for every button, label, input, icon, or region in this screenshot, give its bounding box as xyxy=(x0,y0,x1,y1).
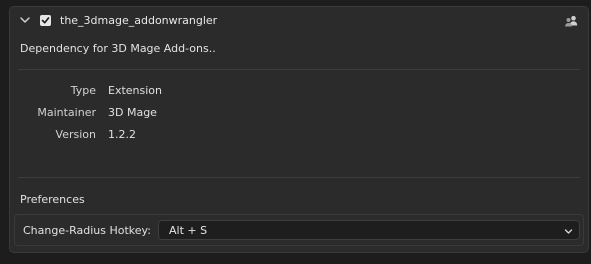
info-label: Version xyxy=(55,128,96,141)
hotkey-label: Change-Radius Hotkey: xyxy=(23,224,151,237)
addon-name: the_3dmage_addonwrangler xyxy=(60,14,218,27)
enable-checkbox[interactable] xyxy=(40,15,51,26)
addon-description: Dependency for 3D Mage Add-ons.. xyxy=(20,42,216,55)
info-label: Type xyxy=(70,84,96,97)
preferences-box: Change-Radius Hotkey: Alt + S xyxy=(14,214,584,246)
addon-panel: the_3dmage_addonwrangler Dependency for … xyxy=(9,6,589,253)
divider xyxy=(18,69,580,70)
info-row-maintainer: Maintainer 3D Mage xyxy=(10,106,588,122)
preferences-title: Preferences xyxy=(20,193,85,206)
chevron-down-icon xyxy=(564,226,573,235)
checkmark-icon xyxy=(41,17,50,24)
info-row-type: Type Extension xyxy=(10,84,588,100)
hotkey-dropdown[interactable]: Alt + S xyxy=(158,220,580,240)
info-label: Maintainer xyxy=(37,106,96,119)
users-icon[interactable] xyxy=(564,14,578,28)
addon-header[interactable]: the_3dmage_addonwrangler xyxy=(10,7,588,34)
info-value: 3D Mage xyxy=(108,106,157,119)
info-value: Extension xyxy=(108,84,163,97)
hotkey-value: Alt + S xyxy=(169,224,208,237)
info-row-version: Version 1.2.2 xyxy=(10,128,588,144)
chevron-down-icon[interactable] xyxy=(19,14,31,26)
divider xyxy=(18,177,580,178)
info-value: 1.2.2 xyxy=(108,128,136,141)
